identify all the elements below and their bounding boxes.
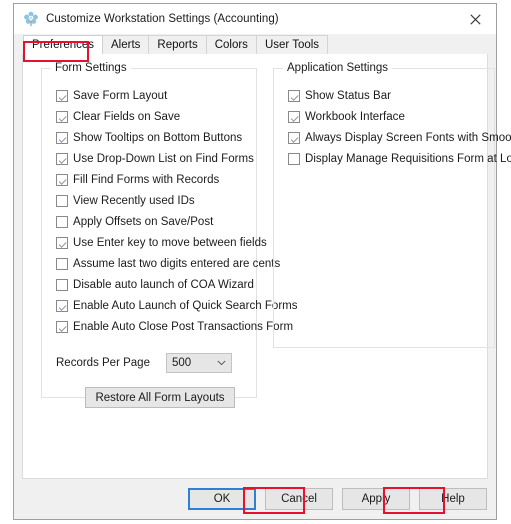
checkbox-label: Use Enter key to move between fields: [73, 236, 267, 249]
help-button[interactable]: Help: [419, 488, 487, 510]
checkbox-enable-auto-launch-of-quick-search-forms[interactable]: Enable Auto Launch of Quick Search Forms: [56, 295, 298, 316]
preferences-tab-panel: Form Settings Save Form Layout Clear Fie…: [22, 53, 511, 479]
apply-button[interactable]: Apply: [342, 488, 410, 510]
checkbox-box[interactable]: [56, 320, 68, 333]
close-icon[interactable]: [454, 4, 496, 34]
checkbox-enable-auto-close-post-transactions-form[interactable]: Enable Auto Close Post Transactions Form: [56, 316, 293, 337]
checkbox-box[interactable]: [56, 236, 68, 249]
checkbox-label: Show Tooltips on Bottom Buttons: [73, 131, 243, 144]
checkbox-use-drop-down-list-on-find-forms[interactable]: Use Drop-Down List on Find Forms: [56, 148, 254, 169]
checkbox-box[interactable]: [56, 194, 68, 207]
checkbox-box[interactable]: [56, 110, 68, 123]
tab-alerts-label: Alerts: [111, 39, 141, 51]
checkbox-box[interactable]: [288, 110, 300, 123]
checkbox-box[interactable]: [288, 89, 300, 102]
screenshot-root: Customize Workstation Settings (Accounti…: [0, 0, 511, 524]
checkbox-show-status-bar[interactable]: Show Status Bar: [288, 85, 484, 106]
checkbox-box[interactable]: [288, 131, 300, 144]
checkbox-apply-offsets-on-save-post[interactable]: Apply Offsets on Save/Post: [56, 211, 246, 232]
chevron-down-icon[interactable]: [217, 360, 226, 366]
form-settings-column: Form Settings Save Form Layout Clear Fie…: [41, 62, 298, 478]
tab-reports-label: Reports: [157, 39, 198, 51]
checkbox-show-tooltips-on-bottom-buttons[interactable]: Show Tooltips on Bottom Buttons: [56, 127, 246, 148]
checkbox-box[interactable]: [56, 131, 68, 144]
form-settings-title: Form Settings: [51, 62, 131, 74]
checkbox-label: Enable Auto Close Post Transactions Form: [73, 320, 294, 333]
application-settings-column: Application Settings Show Status Bar Wor…: [273, 62, 511, 478]
checkbox-view-recently-used-ids[interactable]: View Recently used IDs: [56, 190, 246, 211]
checkbox-label: Fill Find Forms with Records: [73, 173, 220, 186]
checkbox-box[interactable]: [56, 152, 68, 165]
checkbox-box[interactable]: [56, 89, 68, 102]
window-title: Customize Workstation Settings (Accounti…: [46, 13, 279, 25]
checkbox-box[interactable]: [56, 299, 68, 312]
checkbox-label: Enable Auto Launch of Quick Search Forms: [73, 299, 298, 312]
tab-preferences-label: Preferences: [32, 39, 95, 51]
checkbox-display-manage-requisitions-form-at-log-on[interactable]: Display Manage Requisitions Form at Log …: [288, 148, 511, 169]
checkbox-label: Disable auto launch of COA Wizard: [73, 278, 254, 291]
checkbox-box[interactable]: [56, 278, 68, 291]
checkbox-clear-fields-on-save[interactable]: Clear Fields on Save: [56, 106, 246, 127]
ok-button[interactable]: OK: [188, 488, 256, 510]
checkbox-label: Show Status Bar: [305, 89, 391, 102]
records-per-page-row: Records Per Page 500: [56, 353, 246, 373]
checkbox-box[interactable]: [56, 257, 68, 270]
records-per-page-value: 500: [171, 357, 192, 369]
tab-preferences[interactable]: Preferences: [23, 35, 104, 54]
checkbox-label: Workbook Interface: [305, 110, 405, 123]
checkbox-label: Always Display Screen Fonts with Smooth …: [305, 131, 511, 144]
records-per-page-select[interactable]: 500: [165, 353, 232, 373]
checkbox-label: Display Manage Requisitions Form at Log …: [305, 152, 511, 165]
checkbox-label: Assume last two digits entered are cents: [73, 257, 281, 270]
tab-colors-label: Colors: [214, 39, 248, 51]
checkbox-fill-find-forms-with-records[interactable]: Fill Find Forms with Records: [56, 169, 246, 190]
customize-workstation-settings-dialog: Customize Workstation Settings (Accounti…: [13, 3, 511, 520]
checkbox-workbook-interface[interactable]: Workbook Interface: [288, 106, 484, 127]
title-bar: Customize Workstation Settings (Accounti…: [14, 4, 496, 34]
tab-user-tools-label: User Tools: [264, 39, 320, 51]
tab-strip: Preferences Alerts Reports Colors User T…: [14, 34, 496, 54]
tab-reports[interactable]: Reports: [148, 35, 207, 54]
checkbox-box[interactable]: [288, 152, 300, 165]
restore-all-form-layouts-button[interactable]: Restore All Form Layouts: [85, 387, 235, 408]
checkbox-assume-last-two-digits-are-cents[interactable]: Assume last two digits entered are cents: [56, 253, 280, 274]
checkbox-label: View Recently used IDs: [73, 194, 195, 207]
records-per-page-label: Records Per Page: [56, 357, 150, 369]
checkbox-label: Apply Offsets on Save/Post: [73, 215, 214, 228]
form-settings-group: Form Settings Save Form Layout Clear Fie…: [41, 62, 298, 408]
tab-colors[interactable]: Colors: [205, 35, 257, 54]
application-settings-group: Application Settings Show Status Bar Wor…: [273, 62, 511, 348]
checkbox-always-display-screen-fonts-smooth-edges[interactable]: Always Display Screen Fonts with Smooth …: [288, 127, 511, 148]
checkbox-box[interactable]: [56, 173, 68, 186]
restore-button-row: Restore All Form Layouts: [52, 387, 246, 408]
checkbox-use-enter-key-to-move-between-fields[interactable]: Use Enter key to move between fields: [56, 232, 267, 253]
tab-alerts[interactable]: Alerts: [102, 35, 150, 54]
checkbox-label: Clear Fields on Save: [73, 110, 181, 123]
checkbox-box[interactable]: [56, 215, 68, 228]
settings-flower-icon: [23, 11, 39, 27]
tab-user-tools[interactable]: User Tools: [255, 35, 329, 54]
checkbox-disable-auto-launch-of-coa-wizard[interactable]: Disable auto launch of COA Wizard: [56, 274, 254, 295]
dialog-footer: OK Cancel Apply Help: [14, 479, 496, 519]
checkbox-save-form-layout[interactable]: Save Form Layout: [56, 85, 246, 106]
checkbox-label: Save Form Layout: [73, 89, 168, 102]
checkbox-label: Use Drop-Down List on Find Forms: [73, 152, 254, 165]
application-settings-title: Application Settings: [283, 62, 393, 74]
cancel-button[interactable]: Cancel: [265, 488, 333, 510]
